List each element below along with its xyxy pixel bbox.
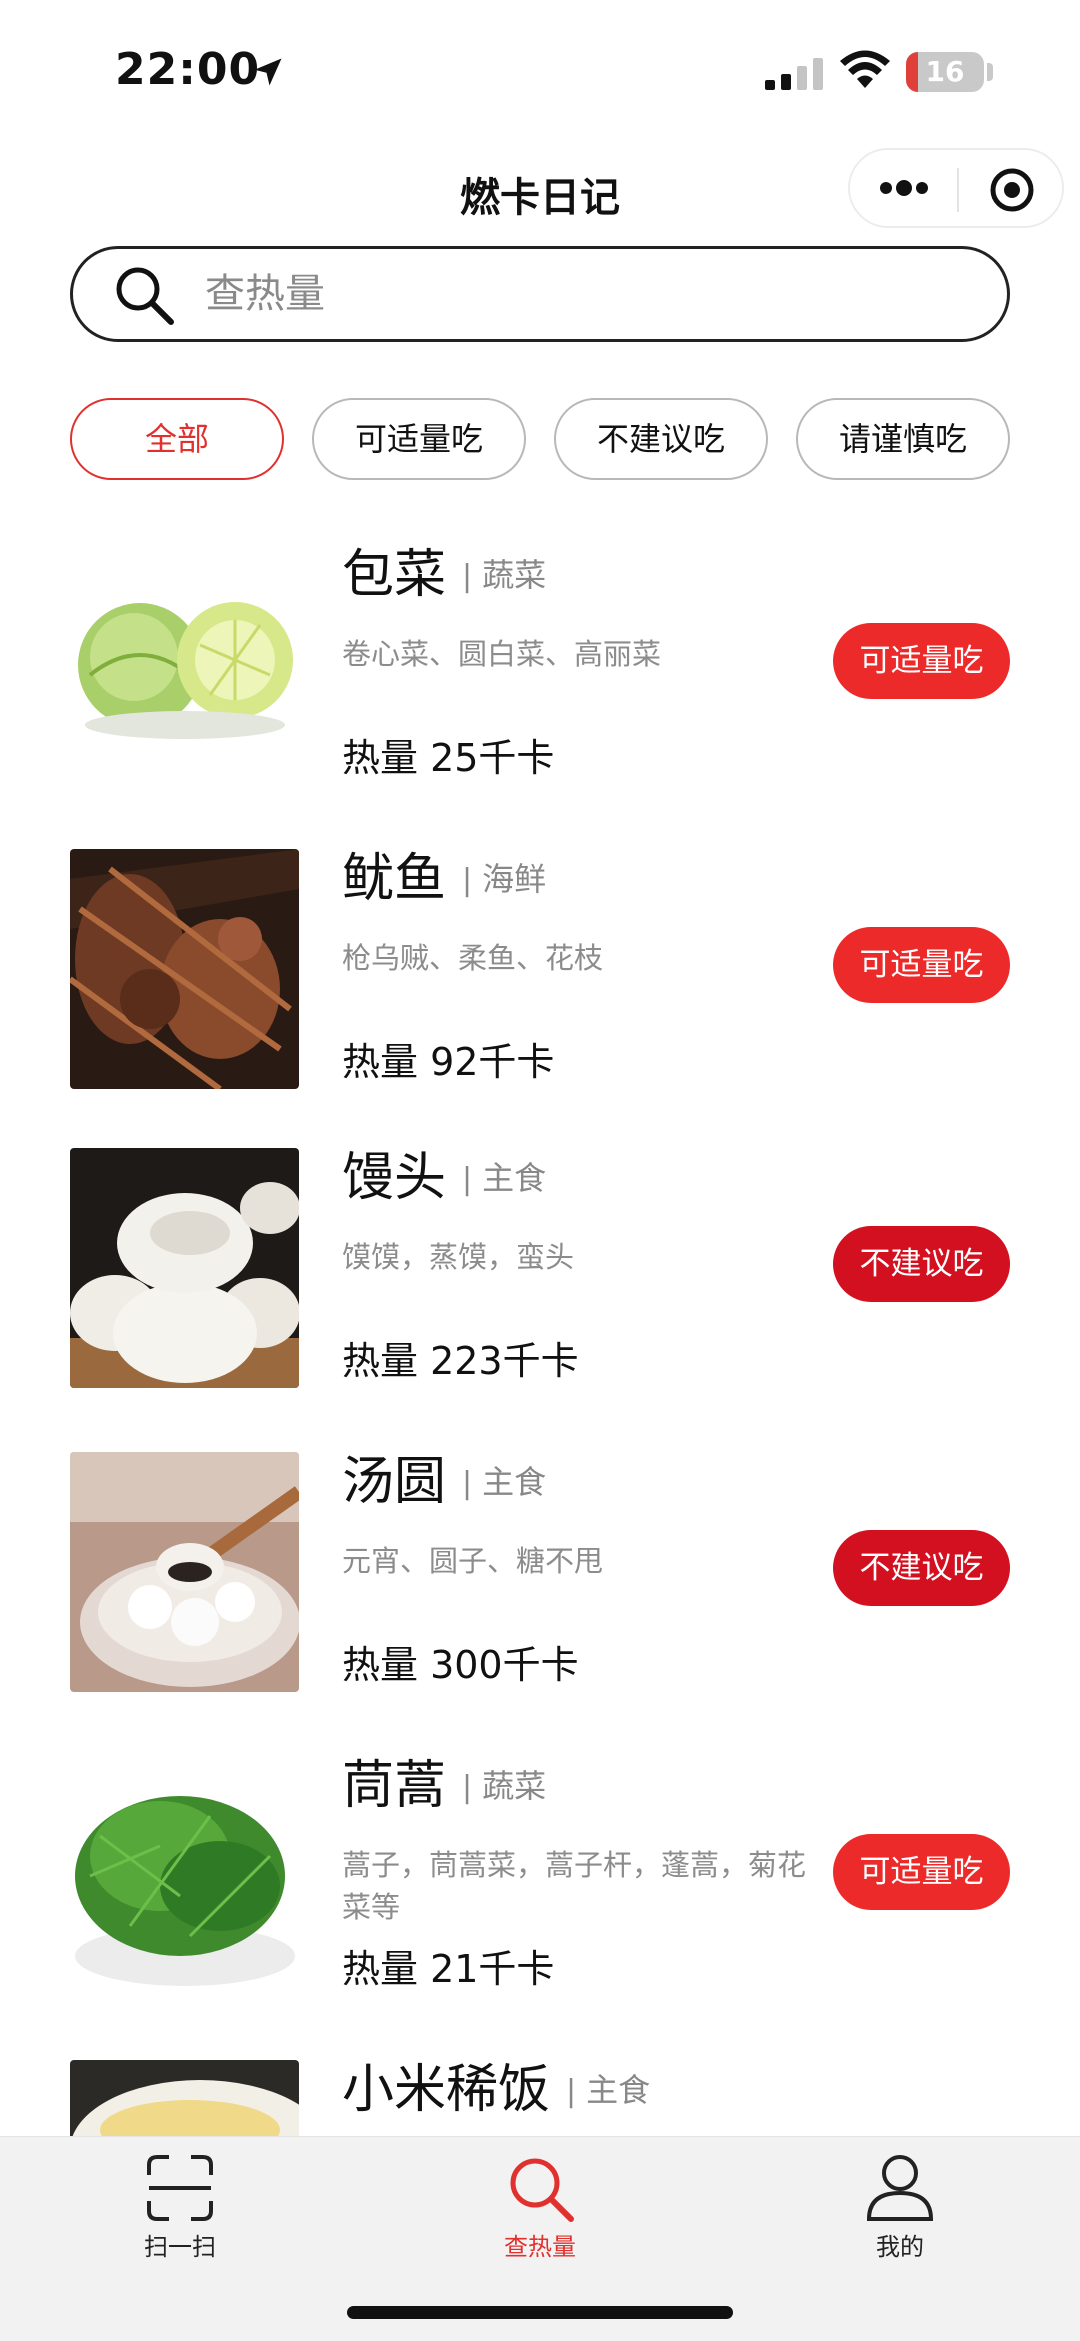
close-mini-program-icon[interactable] bbox=[988, 166, 1036, 214]
tab-label: 查热量 bbox=[504, 2233, 576, 2261]
search-bar[interactable] bbox=[70, 246, 1010, 342]
tab-label: 我的 bbox=[876, 2233, 924, 2261]
user-icon bbox=[866, 2155, 934, 2221]
tab-label: 扫一扫 bbox=[144, 2233, 216, 2261]
food-title: 包菜 | 蔬菜 bbox=[342, 545, 546, 607]
food-category: 蔬菜 bbox=[482, 556, 547, 594]
title-separator: | bbox=[462, 1162, 473, 1197]
recommendation-badge: 可适量吃 bbox=[833, 623, 1010, 699]
tab-profile[interactable]: 我的 bbox=[800, 2153, 1000, 2273]
food-category: 海鲜 bbox=[482, 860, 547, 898]
filter-all[interactable]: 全部 bbox=[70, 398, 284, 480]
food-aliases: 元宵、圆子、糖不甩 bbox=[342, 1544, 604, 1578]
battery-percent: 16 bbox=[925, 55, 965, 88]
filter-not-recommended[interactable]: 不建议吃 bbox=[554, 398, 768, 480]
food-calories: 热量 300千卡 bbox=[342, 1643, 579, 1687]
food-item-mantou[interactable]: 馒头 | 主食 馍馍，蒸馍，蛮头 热量 223千卡 不建议吃 bbox=[0, 1148, 1080, 1398]
food-name: 馒头 bbox=[342, 1148, 447, 1208]
food-aliases: 蒿子，茼蒿菜，蒿子杆，蓬蒿，菊花菜等 bbox=[342, 1848, 807, 1924]
food-image bbox=[70, 545, 299, 785]
location-arrow-icon bbox=[254, 58, 282, 86]
filter-moderate[interactable]: 可适量吃 bbox=[312, 398, 526, 480]
recommendation-badge: 不建议吃 bbox=[833, 1226, 1010, 1302]
food-calories: 热量 92千卡 bbox=[342, 1040, 555, 1084]
food-name: 汤圆 bbox=[342, 1452, 447, 1512]
title-separator: | bbox=[462, 863, 473, 898]
search-icon bbox=[116, 267, 174, 325]
food-category: 蔬菜 bbox=[482, 1767, 547, 1805]
home-indicator bbox=[347, 2306, 733, 2319]
filter-caution[interactable]: 请谨慎吃 bbox=[796, 398, 1010, 480]
food-calories: 热量 21千卡 bbox=[342, 1947, 555, 1991]
food-image bbox=[70, 849, 299, 1089]
food-title: 馒头 | 主食 bbox=[342, 1148, 546, 1210]
food-image bbox=[70, 1756, 299, 1996]
food-image bbox=[70, 1148, 299, 1388]
title-separator: | bbox=[462, 559, 473, 594]
recommendation-badge: 可适量吃 bbox=[833, 1834, 1010, 1910]
recommendation-badge: 不建议吃 bbox=[833, 1530, 1010, 1606]
food-category: 主食 bbox=[586, 2071, 651, 2109]
wifi-icon bbox=[840, 50, 890, 88]
food-title: 汤圆 | 主食 bbox=[342, 1452, 546, 1514]
battery-indicator: 16 bbox=[906, 52, 984, 92]
title-separator: | bbox=[462, 1466, 473, 1501]
scan-icon bbox=[147, 2155, 213, 2221]
status-time: 22:00 bbox=[115, 44, 261, 95]
food-name: 小米稀饭 bbox=[342, 2060, 551, 2120]
food-aliases: 卷心菜、圆白菜、高丽菜 bbox=[342, 637, 662, 671]
search-input[interactable] bbox=[205, 249, 965, 339]
food-name: 茼蒿 bbox=[342, 1756, 447, 1816]
tab-scan[interactable]: 扫一扫 bbox=[80, 2153, 280, 2273]
title-separator: | bbox=[566, 2074, 577, 2109]
food-calories: 热量 25千卡 bbox=[342, 736, 555, 780]
more-icon[interactable] bbox=[876, 170, 932, 206]
food-item-tonghao[interactable]: 茼蒿 | 蔬菜 蒿子，茼蒿菜，蒿子杆，蓬蒿，菊花菜等 热量 21千卡 可适量吃 bbox=[0, 1756, 1080, 2006]
food-title: 小米稀饭 | 主食 bbox=[342, 2060, 650, 2122]
food-aliases: 馍馍，蒸馍，蛮头 bbox=[342, 1240, 575, 1274]
battery-cap bbox=[987, 63, 993, 81]
food-category: 主食 bbox=[482, 1159, 547, 1197]
food-image bbox=[70, 1452, 299, 1692]
recommendation-badge: 可适量吃 bbox=[833, 927, 1010, 1003]
food-calories: 热量 223千卡 bbox=[342, 1339, 579, 1383]
food-item-tangyuan[interactable]: 汤圆 | 主食 元宵、圆子、糖不甩 热量 300千卡 不建议吃 bbox=[0, 1452, 1080, 1702]
food-name: 包菜 bbox=[342, 545, 447, 605]
capsule-divider bbox=[957, 168, 959, 212]
food-title: 茼蒿 | 蔬菜 bbox=[342, 1756, 546, 1818]
food-aliases: 枪乌贼、柔鱼、花枝 bbox=[342, 941, 604, 975]
food-item-cabbage[interactable]: 包菜 | 蔬菜 卷心菜、圆白菜、高丽菜 热量 25千卡 可适量吃 bbox=[0, 545, 1080, 795]
food-item-squid[interactable]: 鱿鱼 | 海鲜 枪乌贼、柔鱼、花枝 热量 92千卡 可适量吃 bbox=[0, 849, 1080, 1099]
tab-calorie-search[interactable]: 查热量 bbox=[440, 2153, 640, 2273]
status-bar: 22:00 16 bbox=[0, 0, 1080, 140]
food-category: 主食 bbox=[482, 1463, 547, 1501]
food-title: 鱿鱼 | 海鲜 bbox=[342, 849, 546, 911]
food-name: 鱿鱼 bbox=[342, 849, 447, 909]
search-icon bbox=[510, 2158, 574, 2222]
title-separator: | bbox=[462, 1770, 473, 1805]
mini-program-capsule bbox=[848, 148, 1064, 228]
cellular-signal-icon bbox=[765, 58, 823, 90]
